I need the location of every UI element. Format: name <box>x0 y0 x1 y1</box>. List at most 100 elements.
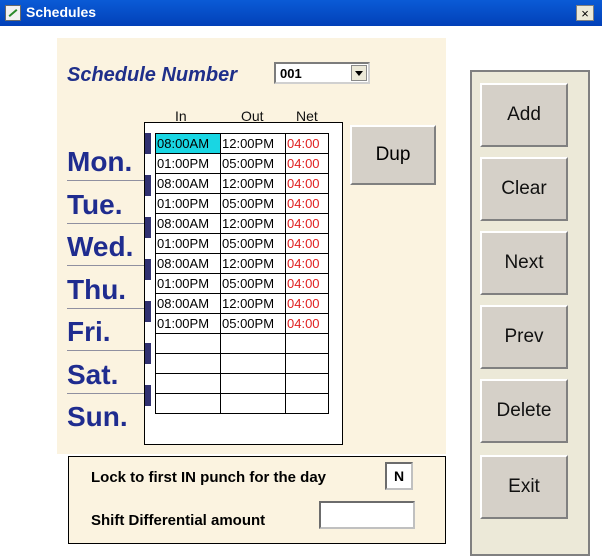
out-cell[interactable] <box>220 353 286 374</box>
schedule-table: 08:00AM 12:00PM 04:00 01:00PM 05:00PM 04:00 … <box>155 133 329 414</box>
in-cell[interactable]: 08:00AM <box>155 133 221 154</box>
row-markers <box>145 133 151 433</box>
day-divider <box>67 265 147 266</box>
schedule-grid[interactable]: 08:00AM 12:00PM 04:00 01:00PM 05:00PM 04:00 … <box>144 122 343 445</box>
out-cell[interactable]: 12:00PM <box>220 173 286 194</box>
day-divider <box>67 350 147 351</box>
delete-button[interactable]: Delete <box>480 379 568 443</box>
table-row: 01:00PM 05:00PM 04:00 <box>155 313 329 334</box>
day-label-tue: Tue. <box>67 189 123 220</box>
out-cell[interactable]: 05:00PM <box>220 193 286 214</box>
app-icon <box>5 5 21 21</box>
in-cell[interactable] <box>155 333 221 354</box>
row-marker <box>145 175 151 196</box>
table-row <box>155 333 329 354</box>
in-cell[interactable] <box>155 393 221 414</box>
table-row <box>155 353 329 374</box>
add-button[interactable]: Add <box>480 83 568 147</box>
out-cell[interactable]: 12:00PM <box>220 213 286 234</box>
net-cell: 04:00 <box>285 133 329 154</box>
in-cell[interactable]: 01:00PM <box>155 153 221 174</box>
out-cell[interactable]: 05:00PM <box>220 273 286 294</box>
window-client: Schedule Number 001 In Out Net Mon. Tue.… <box>0 26 602 560</box>
table-row: 01:00PM 05:00PM 04:00 <box>155 233 329 254</box>
action-panel: Add Clear Next Prev Delete Exit <box>470 70 590 556</box>
in-cell[interactable] <box>155 353 221 374</box>
out-cell[interactable]: 05:00PM <box>220 233 286 254</box>
row-marker <box>145 133 151 154</box>
net-cell: 04:00 <box>285 213 329 234</box>
table-row: 08:00AM 12:00PM 04:00 <box>155 173 329 194</box>
day-divider <box>67 308 147 309</box>
chevron-down-icon[interactable] <box>351 65 367 81</box>
exit-button[interactable]: Exit <box>480 455 568 519</box>
row-marker <box>145 259 151 280</box>
lock-first-in-label: Lock to first IN punch for the day <box>91 469 327 486</box>
in-cell[interactable]: 01:00PM <box>155 273 221 294</box>
table-row: 01:00PM 05:00PM 04:00 <box>155 273 329 294</box>
table-row: 01:00PM 05:00PM 04:00 <box>155 153 329 174</box>
out-cell[interactable]: 05:00PM <box>220 153 286 174</box>
net-cell: 04:00 <box>285 153 329 174</box>
in-cell[interactable]: 08:00AM <box>155 293 221 314</box>
net-cell <box>285 353 329 374</box>
net-cell: 04:00 <box>285 293 329 314</box>
table-row: 08:00AM 12:00PM 04:00 <box>155 293 329 314</box>
options-panel: Lock to first IN punch for the day N Shi… <box>68 456 446 544</box>
schedule-number-label: Schedule Number <box>67 64 238 86</box>
day-divider <box>67 223 147 224</box>
schedule-panel: Schedule Number 001 In Out Net Mon. Tue.… <box>57 38 446 454</box>
schedule-number-dropdown[interactable]: 001 <box>274 62 370 84</box>
prev-button[interactable]: Prev <box>480 305 568 369</box>
net-cell: 04:00 <box>285 233 329 254</box>
shift-differential-label: Shift Differential amount <box>91 512 266 529</box>
day-label-fri: Fri. <box>67 316 111 347</box>
net-cell <box>285 373 329 394</box>
in-cell[interactable] <box>155 373 221 394</box>
out-cell[interactable]: 05:00PM <box>220 313 286 334</box>
out-cell[interactable]: 12:00PM <box>220 133 286 154</box>
out-cell[interactable] <box>220 333 286 354</box>
out-cell[interactable]: 12:00PM <box>220 253 286 274</box>
row-marker <box>145 343 151 364</box>
table-row: 08:00AM 12:00PM 04:00 <box>155 213 329 234</box>
day-label-mon: Mon. <box>67 146 133 177</box>
out-cell[interactable]: 12:00PM <box>220 293 286 314</box>
in-cell[interactable]: 08:00AM <box>155 173 221 194</box>
row-marker <box>145 217 151 238</box>
row-marker <box>145 301 151 322</box>
out-cell[interactable] <box>220 393 286 414</box>
in-cell[interactable]: 08:00AM <box>155 253 221 274</box>
lock-first-in-field[interactable]: N <box>385 462 413 490</box>
table-row: 08:00AM 12:00PM 04:00 <box>155 253 329 274</box>
next-button[interactable]: Next <box>480 231 568 295</box>
net-cell: 04:00 <box>285 193 329 214</box>
shift-differential-field[interactable] <box>319 501 415 529</box>
title-bar: Schedules × <box>0 0 602 26</box>
in-cell[interactable]: 01:00PM <box>155 313 221 334</box>
day-label-thu: Thu. <box>67 274 127 305</box>
in-cell[interactable]: 08:00AM <box>155 213 221 234</box>
day-divider <box>67 393 147 394</box>
net-cell: 04:00 <box>285 173 329 194</box>
window-title: Schedules <box>26 4 97 20</box>
in-cell[interactable]: 01:00PM <box>155 233 221 254</box>
schedule-number-value: 001 <box>280 66 302 81</box>
net-cell: 04:00 <box>285 253 329 274</box>
day-divider <box>67 180 147 181</box>
dup-button[interactable]: Dup <box>350 125 436 185</box>
net-cell: 04:00 <box>285 273 329 294</box>
close-button[interactable]: × <box>576 5 594 21</box>
day-label-wed: Wed. <box>67 231 134 262</box>
clear-button[interactable]: Clear <box>480 157 568 221</box>
out-cell[interactable] <box>220 373 286 394</box>
table-row <box>155 373 329 394</box>
day-label-sun: Sun. <box>67 401 128 432</box>
table-row <box>155 393 329 414</box>
table-row: 08:00AM 12:00PM 04:00 <box>155 133 329 154</box>
net-cell <box>285 333 329 354</box>
in-cell[interactable]: 01:00PM <box>155 193 221 214</box>
day-label-sat: Sat. <box>67 359 119 390</box>
row-marker <box>145 385 151 406</box>
net-cell <box>285 393 329 414</box>
